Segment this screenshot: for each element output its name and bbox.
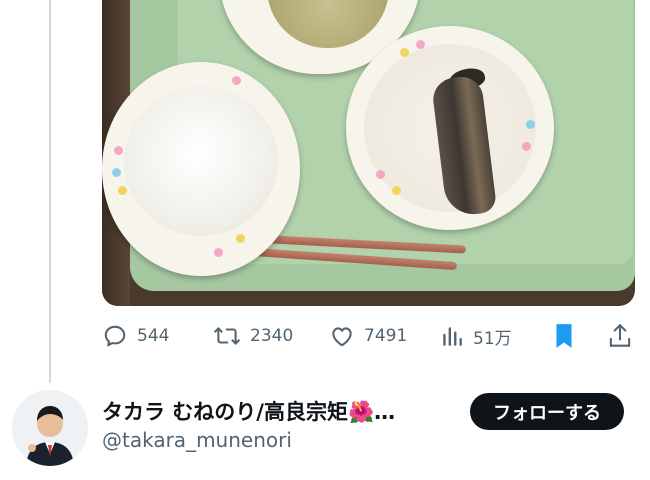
photo-flower-decor bbox=[214, 248, 223, 257]
bookmark-button[interactable] bbox=[551, 320, 577, 352]
like-count: 7491 bbox=[364, 326, 408, 346]
views-button[interactable]: 51万 bbox=[440, 320, 512, 352]
photo-flower-decor bbox=[400, 48, 409, 57]
photo-flower-decor bbox=[526, 120, 535, 129]
reply-count: 544 bbox=[137, 326, 170, 346]
user-handle[interactable]: @takara_munenori bbox=[102, 428, 292, 452]
views-count: 51万 bbox=[473, 328, 512, 349]
thread-connector-line bbox=[49, 0, 51, 383]
photo-rice-bowl bbox=[102, 62, 300, 276]
photo-flower-decor bbox=[232, 76, 241, 85]
follow-button[interactable]: フォローする bbox=[470, 393, 624, 430]
views-icon bbox=[440, 323, 464, 349]
photo-flower-decor bbox=[114, 146, 123, 155]
photo-flower-decor bbox=[392, 186, 401, 195]
tweet-photo[interactable] bbox=[102, 0, 635, 306]
retweet-button[interactable]: 2340 bbox=[213, 320, 293, 352]
share-icon bbox=[607, 322, 633, 350]
photo-flower-decor bbox=[118, 186, 127, 195]
share-button[interactable] bbox=[607, 320, 633, 352]
photo-flower-decor bbox=[522, 142, 531, 151]
user-display-name[interactable]: タカラ むねのり/高良宗矩🌺… bbox=[102, 396, 454, 426]
bookmark-icon bbox=[551, 322, 577, 350]
tweet-action-bar: 544 2340 7491 51万 bbox=[102, 320, 635, 352]
photo-flower-decor bbox=[236, 234, 245, 243]
retweet-count: 2340 bbox=[250, 326, 294, 346]
avatar[interactable] bbox=[12, 390, 88, 466]
photo-flower-decor bbox=[416, 40, 425, 49]
photo-flower-decor bbox=[112, 168, 121, 177]
photo-flower-decor bbox=[376, 170, 385, 179]
photo-fish-bowl bbox=[346, 26, 554, 230]
like-icon bbox=[329, 323, 355, 349]
retweet-icon bbox=[213, 323, 241, 349]
like-button[interactable]: 7491 bbox=[329, 320, 407, 352]
reply-icon bbox=[102, 323, 128, 349]
reply-button[interactable]: 544 bbox=[102, 320, 169, 352]
